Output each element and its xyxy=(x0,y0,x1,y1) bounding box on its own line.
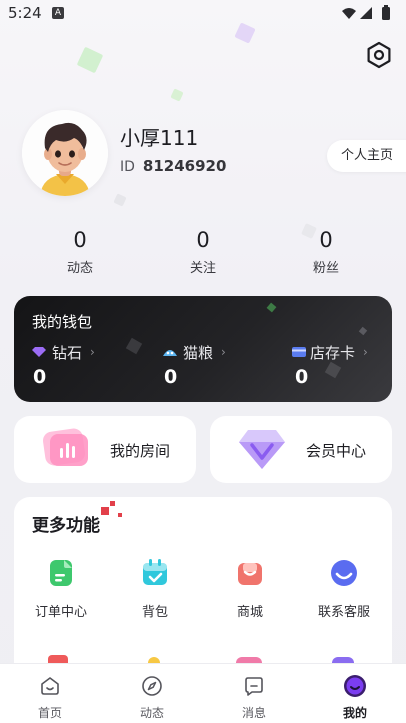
wallet-item-label: 猫粮 xyxy=(183,343,214,362)
stat-value: 0 xyxy=(73,228,87,252)
stat-value: 0 xyxy=(196,228,210,252)
stat-value: 0 xyxy=(319,228,333,252)
status-time: 5:24 xyxy=(8,4,42,22)
username: 小厚111 xyxy=(120,126,199,150)
wallet-card[interactable]: 我的钱包 钻石 › 猫粮 › 店存卡 › 0 0 0 xyxy=(14,296,392,402)
me-icon xyxy=(344,675,366,697)
notification-icon: A xyxy=(52,7,64,19)
decor-confetti xyxy=(110,501,115,506)
backpack-icon xyxy=(143,559,167,585)
chevron-right-icon: › xyxy=(221,345,226,359)
stat-following[interactable]: 0 关注 xyxy=(163,228,243,276)
decor-confetti xyxy=(118,513,122,517)
nav-label: 首页 xyxy=(37,706,62,720)
stat-fans[interactable]: 0 粉丝 xyxy=(286,228,366,276)
home-icon xyxy=(41,677,59,695)
my-room-card[interactable]: 我的房间 xyxy=(14,416,196,483)
wallet-item-label: 钻石 xyxy=(52,343,83,362)
decor-confetti xyxy=(101,507,109,515)
wallet-diamond[interactable]: 钻石 › xyxy=(32,342,95,362)
my-room-label: 我的房间 xyxy=(110,442,171,460)
vip-diamond-icon xyxy=(239,430,285,469)
card-icon xyxy=(292,347,306,357)
decor-confetti xyxy=(324,361,342,379)
decor-confetti xyxy=(76,46,104,74)
diamond-icon xyxy=(32,347,46,357)
room-icon xyxy=(42,428,88,466)
mall-button[interactable]: 商城 xyxy=(203,557,297,620)
mall-bag-icon xyxy=(238,563,262,585)
homepage-button[interactable]: 个人主页 xyxy=(327,140,406,172)
decor-confetti xyxy=(266,302,277,313)
message-icon xyxy=(245,677,263,696)
wallet-store-card[interactable]: 店存卡 › xyxy=(292,342,368,362)
avatar[interactable] xyxy=(22,110,108,196)
more-functions-title: 更多功能 xyxy=(32,516,100,536)
chevron-right-icon: › xyxy=(363,345,368,359)
decor-confetti xyxy=(358,326,368,336)
avatar-image xyxy=(22,110,108,196)
wallet-store-card-value: 0 xyxy=(295,366,309,388)
nav-label: 消息 xyxy=(241,706,266,720)
wallet-cat-food-value: 0 xyxy=(164,366,178,388)
compass-icon xyxy=(142,676,162,696)
settings-icon[interactable] xyxy=(364,40,394,70)
decor-confetti xyxy=(113,193,127,207)
function-label: 联系客服 xyxy=(317,605,370,620)
wallet-diamond-value: 0 xyxy=(33,366,47,388)
nav-feed[interactable]: 动态 xyxy=(102,674,202,721)
user-id-label: ID xyxy=(120,159,135,175)
decor-confetti xyxy=(170,88,184,102)
customer-service-button[interactable]: 联系客服 xyxy=(297,557,391,620)
function-label: 背包 xyxy=(141,605,168,620)
order-icon xyxy=(50,560,72,586)
stat-posts[interactable]: 0 动态 xyxy=(40,228,120,276)
wallet-item-label: 店存卡 xyxy=(310,343,356,362)
customer-service-icon xyxy=(331,560,357,586)
nav-label: 我的 xyxy=(342,706,367,720)
function-label: 订单中心 xyxy=(34,605,87,620)
status-signal-icons xyxy=(342,5,390,20)
stat-label: 关注 xyxy=(189,261,216,276)
status-bar: 5:24 A xyxy=(0,0,406,28)
order-center-button[interactable]: 订单中心 xyxy=(14,557,108,620)
vip-center-label: 会员中心 xyxy=(306,442,367,460)
user-id-row: ID 81246920 xyxy=(120,157,226,175)
stat-label: 粉丝 xyxy=(312,261,339,276)
nav-messages[interactable]: 消息 xyxy=(204,674,304,721)
nav-label: 动态 xyxy=(139,706,164,720)
wallet-cat-food[interactable]: 猫粮 › xyxy=(163,342,226,362)
backpack-button[interactable]: 背包 xyxy=(108,557,202,620)
chevron-right-icon: › xyxy=(90,345,95,359)
function-label: 商城 xyxy=(236,605,263,620)
decor-confetti xyxy=(125,337,143,355)
cat-food-icon xyxy=(163,350,177,356)
wallet-title: 我的钱包 xyxy=(32,313,93,331)
nav-me[interactable]: 我的 xyxy=(305,674,405,721)
user-id-value: 81246920 xyxy=(142,157,227,175)
stat-label: 动态 xyxy=(66,261,93,276)
vip-center-card[interactable]: 会员中心 xyxy=(210,416,392,483)
bottom-navigation: 首页 动态 消息 我的 xyxy=(0,663,406,723)
nav-home[interactable]: 首页 xyxy=(0,674,100,721)
